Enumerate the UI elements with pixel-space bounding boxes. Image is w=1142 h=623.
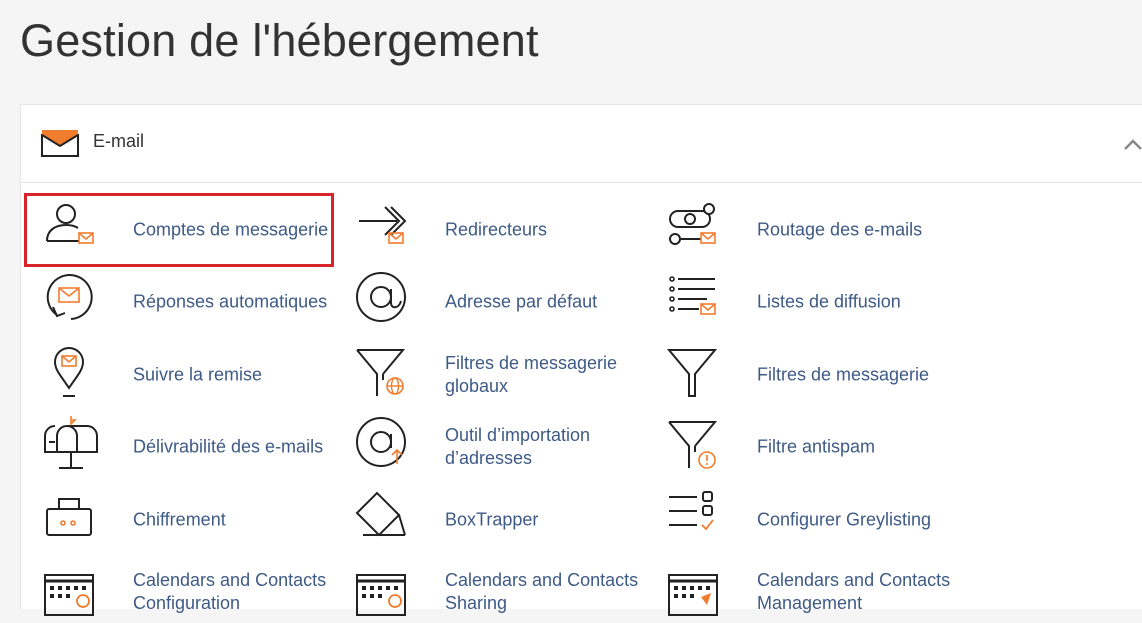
chevron-up-icon[interactable] (1123, 137, 1142, 151)
email-deliverability-link[interactable]: Délivrabilité des e-mails (43, 416, 343, 478)
email-section-header[interactable]: E-mail (21, 105, 1142, 183)
global-filter-icon (356, 349, 406, 396)
item-label: Délivrabilité des e-mails (133, 436, 324, 457)
mailbox-icon (44, 416, 98, 469)
email-routing-link[interactable]: Routage des e-mails (667, 199, 967, 261)
forward-arrow-icon (359, 206, 407, 244)
item-label: Adresse par défaut (445, 291, 598, 312)
location-pin-icon (53, 347, 85, 397)
mailing-lists-link[interactable]: Listes de diffusion (667, 271, 967, 333)
routing-icon (669, 203, 716, 245)
at-sign-icon (356, 272, 406, 322)
item-label: Filtres de messagerie (757, 364, 930, 385)
item-label: Réponses automatiques (133, 291, 328, 312)
boxtrapper-link[interactable]: BoxTrapper (355, 489, 645, 551)
email-accounts-link[interactable]: Comptes de messagerie (43, 199, 333, 261)
default-address-link[interactable]: Adresse par défaut (355, 271, 645, 333)
email-filters-link[interactable]: Filtres de messagerie (666, 344, 957, 406)
address-importer-link[interactable]: Outil d’importation d’adresses (355, 416, 655, 478)
global-email-filters-link[interactable]: Filtres de messagerie globaux (355, 344, 655, 406)
item-label: Calendars and Contacts Management (757, 570, 951, 613)
item-label: Calendars and Contacts Sharing (445, 570, 639, 613)
encryption-icon (46, 498, 92, 536)
filter-icon (666, 349, 718, 397)
item-label: Filtre antispam (757, 436, 876, 457)
item-label: Outil d’importation d’adresses (445, 425, 591, 468)
envelope-icon (41, 130, 79, 157)
user-mail-icon (46, 204, 94, 244)
boxtrapper-icon (355, 491, 406, 537)
mailing-list-icon (669, 276, 716, 315)
item-label: Routage des e-mails (757, 219, 923, 240)
spam-filter-icon (668, 421, 718, 469)
calendars-contacts-management-link[interactable]: Calendars and Contacts Management (667, 561, 967, 623)
email-section-panel: E-mail Comptes de messagerie Redirecteur… (20, 104, 1142, 616)
page-title: Gestion de l'hébergement (20, 15, 539, 66)
section-title: E-mail (93, 131, 145, 151)
item-label: Configurer Greylisting (757, 509, 932, 530)
item-label: Calendars and Contacts Configuration (133, 570, 327, 613)
import-at-icon (356, 417, 406, 467)
auto-reply-icon (46, 274, 93, 320)
item-label: Suivre la remise (133, 364, 263, 385)
greylisting-icon (669, 491, 714, 531)
item-label: Redirecteurs (445, 219, 548, 240)
greylisting-link[interactable]: Configurer Greylisting (667, 489, 967, 551)
calendars-contacts-sharing-link[interactable]: Calendars and Contacts Sharing (355, 561, 655, 623)
item-label: Comptes de messagerie (133, 219, 329, 240)
item-label: BoxTrapper (445, 509, 539, 530)
item-label: Chiffrement (133, 509, 226, 530)
encryption-link[interactable]: Chiffrement (43, 489, 333, 551)
autoresponders-link[interactable]: Réponses automatiques (43, 271, 343, 333)
spam-filter-link[interactable]: Filtre antispam (667, 416, 957, 478)
calendars-contacts-configuration-link[interactable]: Calendars and Contacts Configuration (43, 561, 343, 623)
track-delivery-link[interactable]: Suivre la remise (43, 344, 333, 406)
item-label: Listes de diffusion (757, 291, 901, 312)
forwarders-link[interactable]: Redirecteurs (355, 199, 645, 261)
email-tools-grid: Comptes de messagerie Redirecteurs Routa… (21, 183, 1142, 616)
item-label: Filtres de messagerie globaux (445, 353, 618, 396)
